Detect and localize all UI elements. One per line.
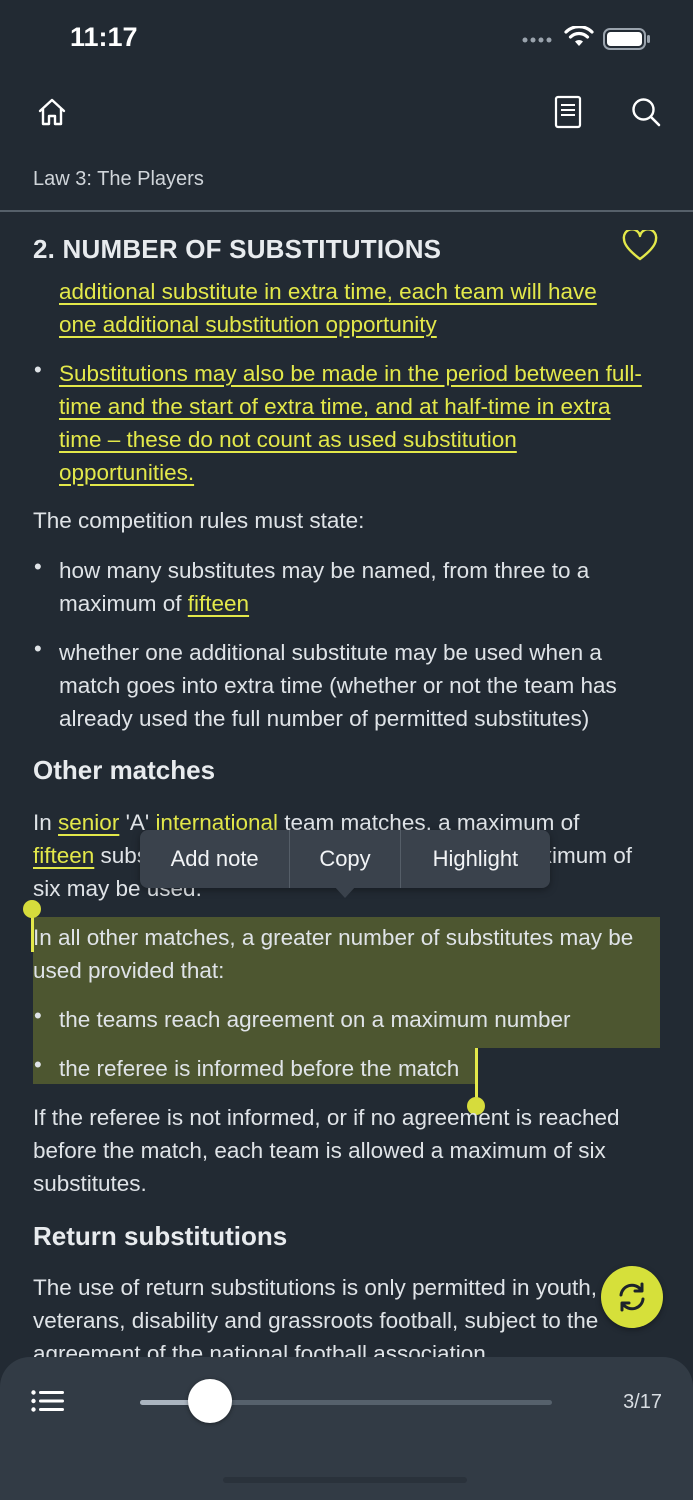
copy-button[interactable]: Copy [290,830,401,888]
search-button[interactable] [624,90,668,134]
highlight-button[interactable]: Highlight [401,830,550,888]
bullet-fragment: additional substitute in extra time, eac… [59,275,659,341]
bullet-referee-informed[interactable]: the referee is informed before the match [59,1052,659,1085]
heart-icon[interactable] [622,230,658,262]
home-indicator [223,1477,467,1483]
text-fragment: In [33,810,59,835]
highlighted-text[interactable]: Substitutions may also be made in the pe… [59,361,642,485]
wifi-icon [564,26,594,46]
status-time: 11:17 [70,22,138,52]
selection-context-menu: Add note Copy Highlight [140,830,550,888]
section-title: 2. NUMBER OF SUBSTITUTIONS [33,234,442,264]
senior-link[interactable]: senior [58,810,119,835]
highlighted-text[interactable]: additional substitute in extra time, eac… [59,279,597,304]
battery-icon [603,28,650,50]
sync-icon [619,1282,645,1312]
home-icon [38,98,66,126]
fifteen-link[interactable]: fifteen [33,843,94,868]
search-icon [632,98,661,127]
paragraph-competition-rules: The competition rules must state: [33,508,365,533]
status-bar: 11:17 [0,0,693,80]
home-button[interactable] [30,90,74,134]
highlighted-text[interactable]: one additional substitution opportunity [59,312,437,337]
bullet-additional-substitute: whether one additional substitute may be… [59,640,617,731]
book-icon [554,95,582,129]
bullet-dot: • [34,1003,42,1028]
top-navigation [0,84,693,144]
bullet-dot: • [34,636,42,661]
page-count: 3/17 [623,1391,662,1413]
cellular-signal-icon [522,37,552,43]
selection-start-knob[interactable] [23,900,41,918]
bullet-number-named: how many substitutes may be named, from … [59,554,639,620]
bullet-dot: • [34,1052,42,1077]
bullet-extra-time: Substitutions may also be made in the pe… [59,357,649,489]
selection-start-handle[interactable] [31,914,34,952]
paragraph-return-substitutions: The use of return substitutions is only … [33,1275,599,1357]
bullet-dot: • [34,357,42,382]
paragraph-other-matches-selected[interactable]: In all other matches, a greater number o… [33,921,648,987]
law-content[interactable]: 2. NUMBER OF SUBSTITUTIONS additional su… [0,212,693,1357]
bullet-text: how many substitutes may be named, from … [59,558,590,616]
page-slider-thumb[interactable] [188,1379,232,1423]
add-note-button[interactable]: Add note [140,830,291,888]
fifteen-link[interactable]: fifteen [188,591,249,616]
paragraph-referee-not-informed: If the referee is not informed, or if no… [33,1105,620,1196]
list-icon [31,1390,64,1412]
chapters-list-button[interactable] [26,1379,70,1423]
other-matches-heading: Other matches [33,755,216,785]
bottom-toolbar: 3/17 [0,1357,693,1500]
bullet-dot: • [34,554,42,579]
context-menu-caret [334,886,356,898]
bullet-agreement[interactable]: the teams reach agreement on a maximum n… [59,1003,659,1036]
breadcrumb[interactable]: Law 3: The Players [33,168,204,191]
return-substitutions-heading: Return substitutions [33,1221,288,1251]
sync-button[interactable] [601,1266,663,1328]
selection-end-handle[interactable] [475,1048,478,1098]
table-of-contents-button[interactable] [546,90,590,134]
